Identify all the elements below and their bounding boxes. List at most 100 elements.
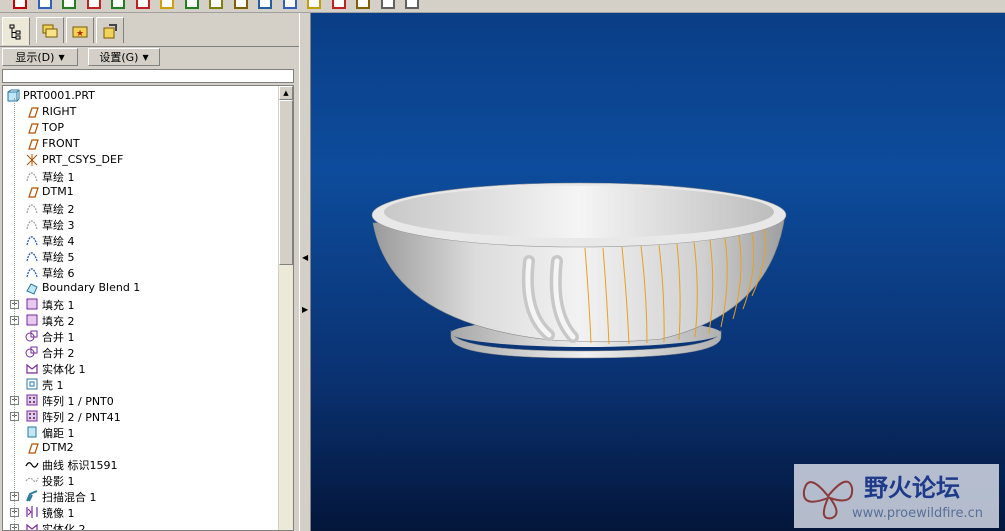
- folder-browser-tab[interactable]: [36, 17, 64, 43]
- toolbar-icon-12[interactable]: [306, 0, 322, 10]
- axis-icon[interactable]: [86, 0, 102, 10]
- edit-icon[interactable]: [37, 0, 53, 10]
- tree-item[interactable]: 草绘 6: [3, 264, 279, 280]
- scroll-thumb[interactable]: [279, 100, 293, 265]
- check-model-icon[interactable]: [110, 0, 126, 10]
- navigator-tabs: ★: [0, 17, 299, 45]
- datum-plane-icon: [28, 123, 39, 134]
- tree-item-label: RIGHT: [42, 105, 77, 118]
- show-menu-button[interactable]: 显示(D) ▼: [2, 48, 78, 66]
- butterfly-logo-icon: [802, 480, 854, 520]
- toolbar-icon-10[interactable]: [257, 0, 273, 10]
- toolbar-icon-15[interactable]: [380, 0, 396, 10]
- tree-item[interactable]: 草绘 1: [3, 168, 279, 184]
- tree-root[interactable]: PRT0001.PRT: [3, 88, 279, 104]
- toolbar-icon-13[interactable]: [331, 0, 347, 10]
- tree-item[interactable]: 草绘 3: [3, 216, 279, 232]
- tree-item[interactable]: Boundary Blend 1: [3, 280, 279, 296]
- model-tree-tab[interactable]: [2, 17, 30, 45]
- tree-item[interactable]: 曲线 标识1591: [3, 456, 279, 472]
- model-tree-icon: [9, 24, 21, 39]
- scroll-up-arrow-icon[interactable]: ▲: [279, 86, 293, 100]
- tree-item-label: 镜像 1: [42, 507, 75, 520]
- tree-item-label: 草绘 5: [42, 251, 75, 264]
- connections-tab[interactable]: [96, 17, 124, 43]
- tree-item[interactable]: PRT_CSYS_DEF: [3, 152, 279, 168]
- toolbar-icon-11[interactable]: [282, 0, 298, 10]
- toolbar-icon-7[interactable]: [184, 0, 200, 10]
- tree-item[interactable]: DTM2: [3, 440, 279, 456]
- tree-item[interactable]: 草绘 4: [3, 232, 279, 248]
- tree-item-label: 偏距 1: [42, 427, 75, 440]
- tree-item-label: 实体化 1: [42, 363, 86, 376]
- curve-icon: [25, 462, 39, 468]
- tree-item[interactable]: + 实体化 2: [3, 520, 279, 531]
- tree-item[interactable]: + 填充 1: [3, 296, 279, 312]
- panel-splitter[interactable]: ◀ ▶: [299, 13, 311, 531]
- settings-menu-button[interactable]: 设置(G) ▼: [88, 48, 160, 66]
- toolbar-icon-14[interactable]: [355, 0, 371, 10]
- sketch-blue-icon: [26, 268, 38, 278]
- tree-root-label: PRT0001.PRT: [23, 89, 95, 102]
- tree-item[interactable]: + 填充 2: [3, 312, 279, 328]
- watermark: 野火论坛 www.proewildfire.cn: [794, 464, 999, 528]
- graphics-viewport[interactable]: 野火论坛 www.proewildfire.cn: [311, 13, 1005, 531]
- toolbar-icon-9[interactable]: [233, 0, 249, 10]
- check-icon[interactable]: [61, 0, 77, 10]
- folder-browser-icon: [42, 24, 58, 37]
- tree-filter-box[interactable]: [2, 69, 294, 83]
- toolbar-icon-16[interactable]: [404, 0, 420, 10]
- tree-item-label: 草绘 2: [42, 203, 75, 216]
- sketch-icon: [26, 220, 38, 230]
- favorites-tab[interactable]: ★: [66, 17, 94, 43]
- tree-item[interactable]: 投影 1: [3, 472, 279, 488]
- fill-icon: [26, 314, 38, 326]
- swept-blend-icon: [26, 490, 38, 502]
- tree-item[interactable]: RIGHT: [3, 104, 279, 120]
- tree-item[interactable]: + 扫描混合 1: [3, 488, 279, 504]
- tree-item-label: 壳 1: [42, 379, 64, 392]
- settings-menu-label: 设置(G): [99, 51, 139, 64]
- tree-vertical-scrollbar[interactable]: ▲: [278, 86, 293, 530]
- tree-item[interactable]: + 镜像 1: [3, 504, 279, 520]
- datum-plane-icon[interactable]: [12, 0, 28, 10]
- tree-item[interactable]: + 阵列 2 / PNT41: [3, 408, 279, 424]
- tree-item[interactable]: + 阵列 1 / PNT0: [3, 392, 279, 408]
- tree-item[interactable]: 草绘 2: [3, 200, 279, 216]
- tree-item[interactable]: 实体化 1: [3, 360, 279, 376]
- pattern-icon: [26, 394, 38, 406]
- tree-item[interactable]: 壳 1: [3, 376, 279, 392]
- tree-item[interactable]: 偏距 1: [3, 424, 279, 440]
- svg-text:★: ★: [76, 29, 84, 39]
- dropdown-arrow-icon: ▼: [58, 52, 65, 62]
- watermark-title: 野火论坛: [864, 474, 960, 502]
- tree-item[interactable]: TOP: [3, 120, 279, 136]
- tree-item-label: 填充 2: [42, 315, 75, 328]
- tree-item-label: 阵列 2 / PNT41: [42, 411, 121, 424]
- main-toolbar: [0, 0, 1005, 13]
- tree-item-label: 草绘 6: [42, 267, 75, 280]
- model-tree[interactable]: PRT0001.PRT RIGHT TOP FRONT PRT_CSYS_DEF 草绘 …: [2, 85, 294, 531]
- tree-item[interactable]: 合并 2: [3, 344, 279, 360]
- tree-item-label: 草绘 3: [42, 219, 75, 232]
- tree-item[interactable]: 草绘 5: [3, 248, 279, 264]
- sketch-icon: [26, 204, 38, 214]
- tree-item[interactable]: FRONT: [3, 136, 279, 152]
- bowl-model[interactable]: [311, 13, 1005, 531]
- layout-icon[interactable]: [159, 0, 175, 10]
- tree-item-label: 扫描混合 1: [42, 491, 97, 504]
- tree-item[interactable]: DTM1: [3, 184, 279, 200]
- expand-right-arrow-icon[interactable]: ▶: [302, 305, 308, 314]
- collapse-left-arrow-icon[interactable]: ◀: [302, 253, 308, 262]
- tree-item[interactable]: 合并 1: [3, 328, 279, 344]
- tree-item-label: 实体化 2: [42, 523, 86, 531]
- connections-icon: [103, 23, 117, 38]
- sketch-icon: [26, 172, 38, 182]
- tree-item-label: 合并 2: [42, 347, 75, 360]
- tree-item-label: 草绘 4: [42, 235, 75, 248]
- toolbar-icon-8[interactable]: [208, 0, 224, 10]
- tree-item-label: 投影 1: [42, 475, 75, 488]
- csys-icon: [26, 154, 38, 166]
- render-icon[interactable]: [135, 0, 151, 10]
- show-menu-label: 显示(D): [15, 51, 55, 64]
